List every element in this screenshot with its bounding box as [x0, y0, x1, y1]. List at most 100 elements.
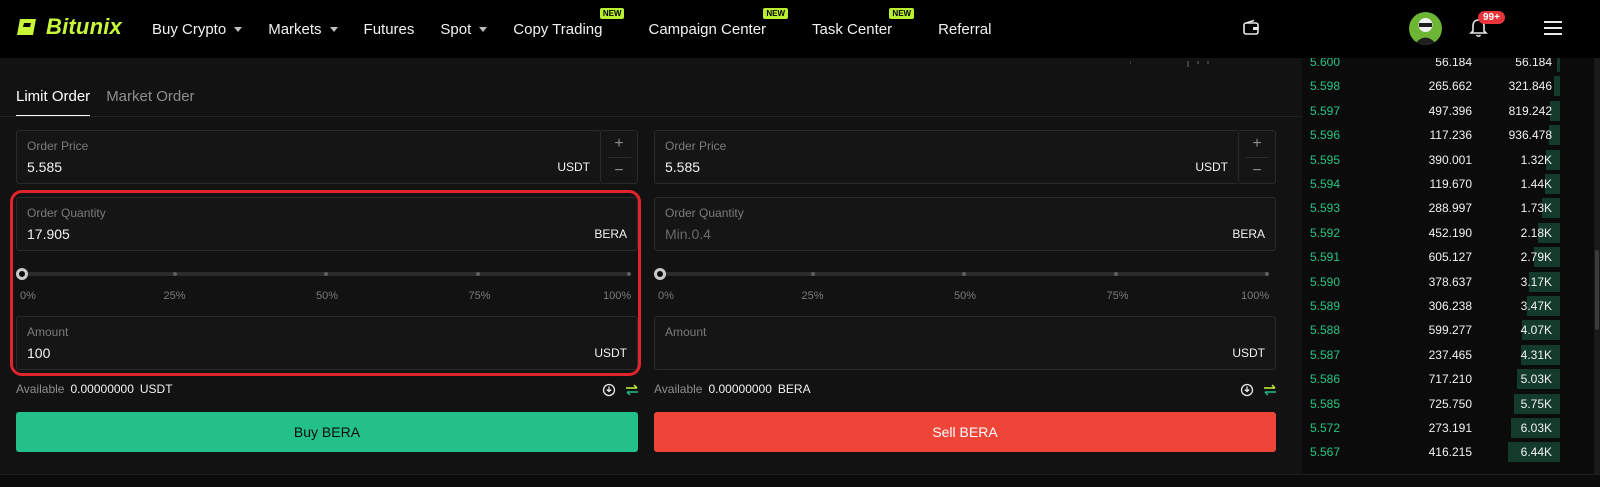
orderbook-row[interactable]: 5.590 378.637 3.17K: [1302, 270, 1560, 294]
new-badge: NEW: [889, 7, 915, 19]
nav-item-spot[interactable]: Spot: [440, 21, 488, 38]
orderbook-total: 1.73K: [1520, 201, 1552, 216]
sell-quantity-unit: BERA: [1232, 227, 1265, 241]
sell-order-price-field[interactable]: Order Price 5.585 USDT: [654, 130, 1239, 184]
orderbook-qty: 497.396: [1428, 103, 1472, 118]
buy-slider-stop[interactable]: [475, 272, 480, 276]
buy-slider-stop[interactable]: [627, 272, 631, 276]
avatar[interactable]: [1409, 12, 1442, 45]
buy-slider-label: 50%: [316, 290, 339, 302]
sell-slider-label: 25%: [801, 290, 824, 302]
buy-order-price-value[interactable]: 5.585: [27, 159, 62, 175]
orderbook-price: 5.572: [1310, 421, 1341, 435]
nav-item-task-center[interactable]: Task Center NEW: [812, 7, 915, 38]
nav-item-buy-crypto[interactable]: Buy Crypto: [152, 21, 243, 38]
sell-price-increment-button[interactable]: +: [1239, 131, 1275, 157]
sell-order-price-value[interactable]: 5.585: [665, 159, 700, 175]
notification-badge: 99+: [1478, 11, 1505, 24]
nav-item-campaign-center[interactable]: Campaign Center NEW: [648, 7, 789, 38]
panel-top-fragment: [1129, 58, 1270, 70]
transfer-icon[interactable]: [625, 383, 639, 397]
tab-market-order[interactable]: Market Order: [106, 88, 194, 117]
orderbook-row[interactable]: 5.588 599.277 4.07K: [1302, 318, 1560, 342]
deposit-icon[interactable]: [602, 383, 616, 397]
nav-item-label: Futures: [363, 20, 415, 38]
orderbook-row[interactable]: 5.589 306.238 3.47K: [1302, 294, 1560, 318]
buy-slider-label: 75%: [468, 290, 491, 302]
orderbook-qty: 717.210: [1428, 372, 1472, 387]
nav-menu: Buy Crypto Markets Futures Spot Copy Trading…: [152, 0, 1017, 58]
wallet-icon[interactable]: [1242, 19, 1260, 37]
orderbook-row[interactable]: 5.595 390.001 1.32K: [1302, 148, 1560, 172]
hamburger-menu-icon[interactable]: [1544, 20, 1562, 36]
sell-slider-stop[interactable]: [962, 272, 966, 276]
buy-order-price-field[interactable]: Order Price 5.585 USDT: [16, 130, 601, 184]
orderbook-row[interactable]: 5.587 237.465 4.31K: [1302, 343, 1560, 367]
user-avatar-icon: [1414, 18, 1437, 45]
buy-amount-value[interactable]: 100: [27, 345, 50, 361]
sell-slider-stop[interactable]: [1265, 272, 1269, 276]
orderbook-row[interactable]: 5.586 717.210 5.03K: [1302, 367, 1560, 391]
sell-slider-stop[interactable]: [1113, 272, 1118, 276]
orderbook-row[interactable]: 5.567 416.215 6.44K: [1302, 440, 1560, 464]
sell-available-unit: BERA: [777, 382, 811, 396]
buy-slider-stop[interactable]: [172, 272, 177, 276]
deposit-icon[interactable]: [1240, 383, 1254, 397]
buy-slider-label: 0%: [20, 290, 36, 302]
sell-price-decrement-button[interactable]: −: [1239, 158, 1275, 184]
buy-order-quantity-value[interactable]: 17.905: [27, 226, 70, 242]
buy-order-quantity-field[interactable]: Order Quantity 17.905 BERA: [16, 197, 638, 251]
nav-item-futures[interactable]: Futures: [364, 21, 415, 38]
sell-slider-track[interactable]: [659, 272, 1269, 276]
orderbook-qty: 599.277: [1428, 323, 1472, 338]
buy-slider-handle[interactable]: [16, 268, 28, 280]
brand-logo[interactable]: Bitunix: [16, 14, 122, 40]
sell-slider-stop[interactable]: [810, 272, 815, 276]
nav-item-copy-trading[interactable]: Copy Trading NEW: [513, 7, 625, 38]
orderbook-price: 5.588: [1310, 323, 1341, 338]
orderbook-row[interactable]: 5.598 265.662 321.846: [1302, 74, 1560, 98]
orderbook-row[interactable]: 5.593 288.997 1.73K: [1302, 196, 1560, 220]
nav-item-referral[interactable]: Referral: [938, 21, 991, 38]
buy-button[interactable]: Buy BERA: [16, 412, 638, 452]
orderbook-row[interactable]: 5.585 725.750 5.75K: [1302, 392, 1560, 416]
nav-item-markets[interactable]: Markets: [268, 21, 338, 38]
orderbook-row[interactable]: 5.594 119.670 1.44K: [1302, 172, 1560, 196]
buy-available-label: Available: [16, 382, 65, 396]
orderbook-row[interactable]: 5.591 605.127 2.79K: [1302, 245, 1560, 269]
sell-order-quantity-field[interactable]: Order Quantity Min.0.4 BERA: [654, 197, 1276, 251]
orderbook-qty: 119.670: [1429, 177, 1473, 191]
buy-slider-stop[interactable]: [324, 272, 328, 276]
orderbook-total: 1.44K: [1520, 177, 1552, 191]
orderbook-row[interactable]: 5.597 497.396 819.242: [1302, 99, 1560, 123]
orderbook-qty: 452.190: [1428, 225, 1472, 240]
sell-amount-field[interactable]: Amount USDT: [654, 316, 1276, 370]
orderbook-price: 5.589: [1310, 299, 1341, 313]
tab-limit-order[interactable]: Limit Order: [16, 88, 91, 117]
depth-bar: [1554, 76, 1560, 97]
sell-price-stepper: + −: [1239, 130, 1276, 184]
buy-price-decrement-button[interactable]: −: [601, 158, 637, 184]
order-book: 5.600 56.184 56.184 5.598 265.662 321.846 5.59…: [1302, 58, 1600, 474]
orderbook-row[interactable]: 5.592 452.190 2.18K: [1302, 221, 1560, 245]
orderbook-total: 6.44K: [1520, 445, 1552, 460]
orderbook-price: 5.592: [1310, 225, 1341, 240]
buy-price-increment-button[interactable]: +: [601, 131, 637, 157]
sell-order-quantity-placeholder[interactable]: Min.0.4: [665, 226, 711, 242]
sell-slider-handle[interactable]: [654, 268, 666, 280]
sell-order-price-label: Order Price: [665, 139, 727, 153]
sell-button[interactable]: Sell BERA: [654, 412, 1276, 452]
orderbook-scrollbar-thumb[interactable]: [1595, 250, 1599, 330]
orderbook-row[interactable]: 5.596 117.236 936.478: [1302, 123, 1560, 147]
orderbook-total: 1.32K: [1520, 152, 1552, 167]
orderbook-row[interactable]: 5.572 273.191 6.03K: [1302, 416, 1560, 440]
buy-slider-track[interactable]: [21, 272, 631, 276]
orderbook-qty: 390.001: [1428, 152, 1472, 167]
orderbook-total: 2.79K: [1520, 250, 1552, 265]
transfer-icon[interactable]: [1263, 383, 1277, 397]
orderbook-total: 6.03K: [1520, 421, 1552, 435]
orderbook-price: 5.567: [1310, 445, 1341, 460]
buy-amount-field[interactable]: Amount 100 USDT: [16, 316, 638, 370]
orderbook-row[interactable]: 5.600 56.184 56.184: [1302, 58, 1560, 74]
buy-amount-unit: USDT: [594, 346, 627, 360]
